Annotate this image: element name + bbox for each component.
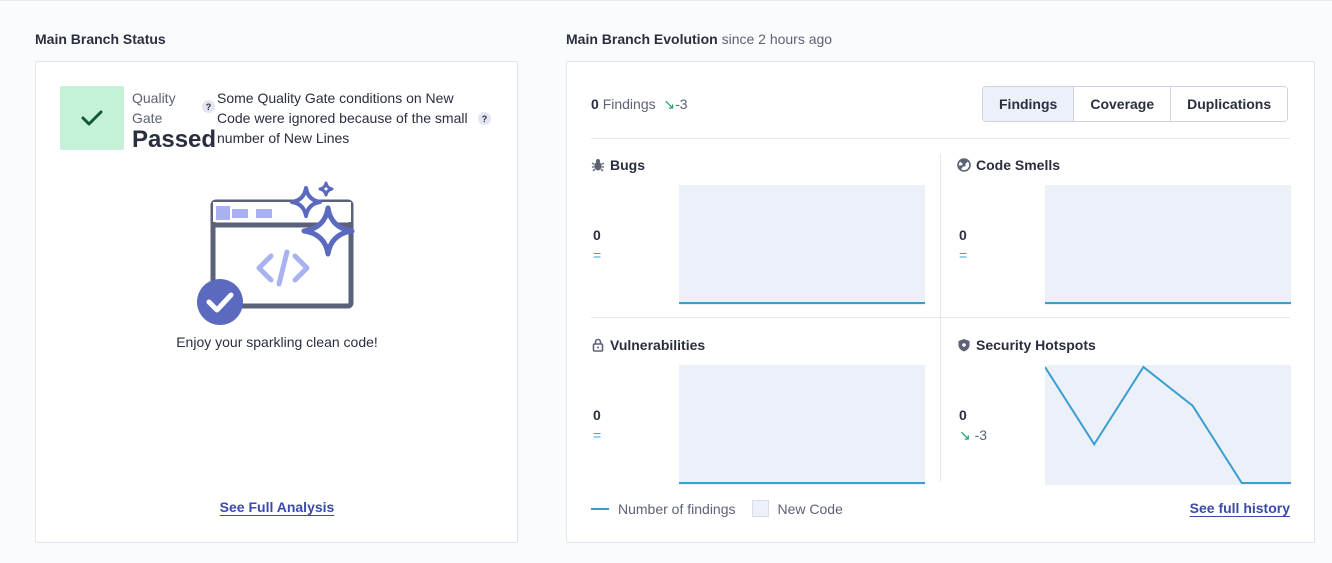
security-hotspots-widget: Security Hotspots 0 ↘ -3 <box>957 337 1307 497</box>
legend-new-code-swatch <box>751 500 769 517</box>
legend-findings: Number of findings <box>618 500 736 517</box>
tab-findings[interactable]: Findings <box>983 87 1074 121</box>
metric-delta-wrap: ↘ -3 <box>959 427 987 444</box>
code-smells-chart <box>1045 185 1291 305</box>
new-code-area <box>679 365 925 485</box>
divider <box>591 317 1290 318</box>
main-branch-evolution-title: Main Branch Evolution since 2 hours ago <box>566 31 832 47</box>
quality-gate-message: Some Quality Gate conditions on New Code… <box>217 90 468 146</box>
see-full-analysis-link[interactable]: See Full Analysis <box>220 499 335 515</box>
check-icon <box>81 110 103 126</box>
metric-delta: = <box>593 247 602 263</box>
metric-delta: -3 <box>974 427 988 443</box>
metric-delta: = <box>593 427 602 443</box>
help-icon[interactable]: ? <box>202 100 215 113</box>
metric-name: Vulnerabilities <box>610 337 706 353</box>
arrow-down-right-icon: ↘ <box>663 96 676 112</box>
quality-gate-status: Passed <box>132 126 217 153</box>
tab-duplications[interactable]: Duplications <box>1170 87 1288 121</box>
evolution-title-text: Main Branch Evolution <box>566 31 718 47</box>
code-smell-icon <box>957 158 971 172</box>
new-code-area <box>679 185 925 305</box>
metric-value: 0 <box>593 227 601 243</box>
metric-name: Code Smells <box>976 157 1061 173</box>
metric-delta: = <box>959 247 968 263</box>
evolution-since: since 2 hours ago <box>721 31 833 47</box>
lock-icon <box>592 338 604 352</box>
legend-new-code: New Code <box>777 500 843 517</box>
metric-value: 0 <box>959 227 967 243</box>
metric-name: Bugs <box>610 157 645 173</box>
findings-summary: 0 Findings ↘-3 <box>591 96 688 113</box>
clean-code-message: Enjoy your sparkling clean code! <box>176 334 378 350</box>
see-full-history-link[interactable]: See full history <box>1190 500 1290 516</box>
top-divider <box>0 0 1332 1</box>
metric-value: 0 <box>593 407 601 423</box>
findings-delta: -3 <box>675 96 688 112</box>
security-hotspots-chart <box>1045 365 1291 485</box>
help-icon[interactable]: ? <box>478 112 491 125</box>
legend-line-swatch <box>591 507 609 510</box>
bug-icon <box>591 159 605 172</box>
divider <box>591 138 1290 139</box>
clean-code-illustration-icon <box>197 181 355 325</box>
metric-name: Security Hotspots <box>976 337 1096 353</box>
arrow-down-right-icon: ↘ <box>959 427 971 443</box>
shield-icon <box>958 339 970 352</box>
vulnerabilities-widget: Vulnerabilities 0 = <box>591 337 941 497</box>
new-code-area <box>1045 185 1291 305</box>
quality-gate-badge <box>60 86 124 150</box>
chart-legend: Number of findings New Code <box>591 500 843 517</box>
vulnerabilities-chart <box>679 365 925 485</box>
findings-count-label: Findings <box>602 96 656 112</box>
quality-gate-label: Quality Gate <box>132 90 176 126</box>
bugs-widget: Bugs 0 = <box>591 157 941 317</box>
status-card: Quality Gate ? Passed Some Quality Gate … <box>35 61 518 543</box>
main-branch-status-title: Main Branch Status <box>35 31 166 47</box>
code-smells-widget: Code Smells 0 = <box>957 157 1307 317</box>
tab-coverage[interactable]: Coverage <box>1073 87 1171 121</box>
evolution-card: 0 Findings ↘-3 Findings Coverage Duplica… <box>566 61 1315 543</box>
metric-value: 0 <box>959 407 967 423</box>
bugs-chart <box>679 185 925 305</box>
evolution-toggle: Findings Coverage Duplications <box>982 86 1289 122</box>
findings-count-value: 0 <box>591 96 599 112</box>
